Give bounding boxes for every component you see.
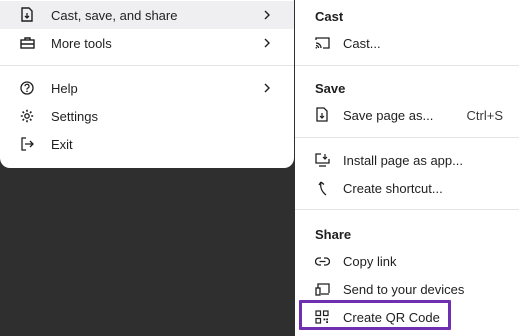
menu-item-label: Help	[51, 80, 78, 96]
install-app-icon	[314, 152, 330, 168]
help-icon	[19, 80, 35, 96]
menu-item-label: Settings	[51, 108, 98, 124]
exit-icon	[19, 136, 35, 152]
submenu-item-cast[interactable]: Cast...	[295, 29, 519, 57]
submenu-item-copy-link[interactable]: Copy link	[295, 247, 519, 275]
menu-divider	[0, 65, 294, 66]
chevron-right-icon	[262, 83, 272, 93]
save-page-icon	[314, 107, 330, 123]
submenu-item-send-to-devices[interactable]: Send to your devices	[295, 275, 519, 303]
submenu-item-label: Save page as...	[343, 107, 434, 123]
submenu-item-label: Create shortcut...	[343, 180, 443, 196]
keyboard-shortcut: Ctrl+S	[466, 107, 503, 123]
menu-item-exit[interactable]: Exit	[0, 130, 294, 158]
cast-save-share-icon	[19, 7, 35, 23]
submenu-item-label: Cast...	[343, 35, 381, 51]
section-heading-share: Share	[315, 227, 352, 242]
main-menu: Cast, save, and share More tools Help Se…	[0, 0, 294, 168]
submenu-item-install-app[interactable]: Install page as app...	[295, 146, 519, 174]
menu-item-cast-save-share[interactable]: Cast, save, and share	[0, 1, 294, 29]
menu-item-label: Cast, save, and share	[51, 7, 178, 23]
cast-icon	[314, 35, 330, 51]
submenu-divider	[295, 65, 519, 66]
submenu-item-label: Copy link	[343, 253, 397, 269]
submenu-item-save-page[interactable]: Save page as... Ctrl+S	[295, 101, 519, 129]
shortcut-icon	[314, 180, 330, 196]
menu-item-help[interactable]: Help	[0, 74, 294, 102]
cast-save-share-submenu: Cast Cast... Save Save page as... Ctrl+S…	[295, 0, 519, 336]
devices-icon	[314, 281, 330, 297]
section-heading-cast: Cast	[315, 9, 344, 24]
menu-item-label: More tools	[51, 35, 112, 51]
selection-highlight-box	[299, 300, 451, 330]
submenu-item-label: Send to your devices	[343, 281, 465, 297]
toolbox-icon	[19, 35, 35, 51]
submenu-divider	[295, 137, 519, 138]
menu-item-more-tools[interactable]: More tools	[0, 29, 294, 57]
submenu-item-create-shortcut[interactable]: Create shortcut...	[295, 174, 519, 202]
gear-icon	[19, 108, 35, 124]
section-heading-save: Save	[315, 81, 346, 96]
submenu-item-label: Install page as app...	[343, 152, 463, 168]
chevron-right-icon	[262, 10, 272, 20]
menu-item-settings[interactable]: Settings	[0, 102, 294, 130]
chevron-right-icon	[262, 38, 272, 48]
menu-item-label: Exit	[51, 136, 73, 152]
link-icon	[314, 253, 330, 269]
submenu-divider	[295, 209, 519, 210]
